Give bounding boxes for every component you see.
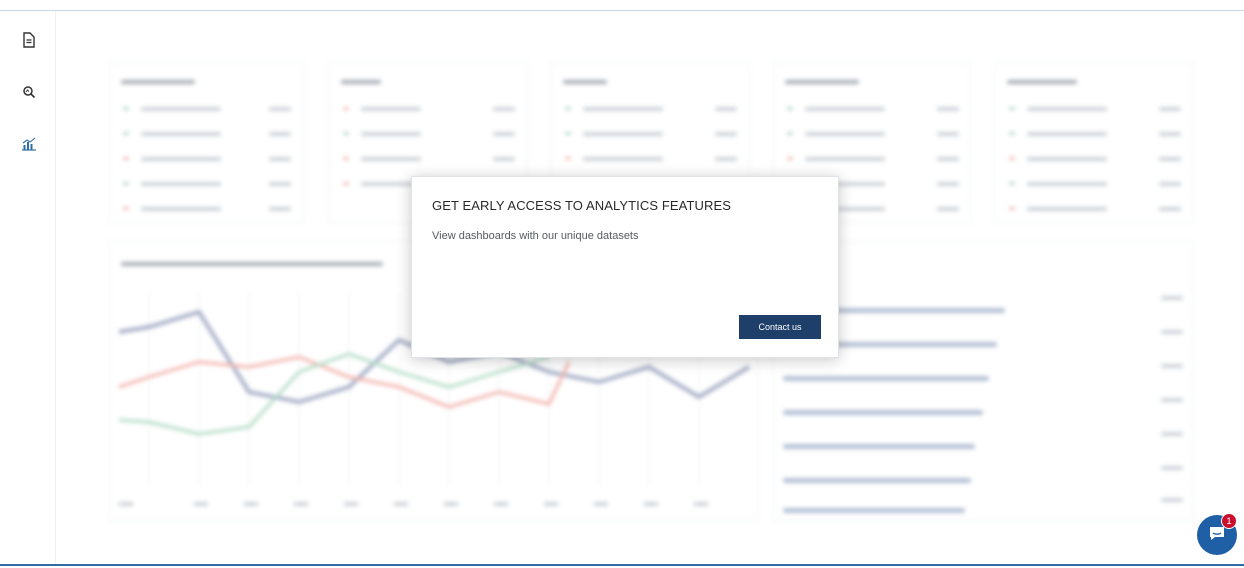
sidebar-item-analytics[interactable] — [16, 133, 42, 159]
sidebar — [0, 11, 56, 564]
early-access-modal: GET EARLY ACCESS TO ANALYTICS FEATURES V… — [411, 176, 839, 358]
search-analytics-icon — [22, 85, 36, 104]
contact-us-button[interactable]: Contact us — [739, 315, 821, 339]
summary-card — [994, 61, 1194, 223]
sidebar-item-search[interactable] — [16, 81, 42, 107]
notification-badge: 1 — [1221, 513, 1237, 529]
sidebar-item-documents[interactable] — [16, 29, 42, 55]
document-icon — [22, 31, 36, 53]
summary-card — [108, 61, 304, 223]
bottom-divider — [0, 564, 1244, 566]
modal-title: GET EARLY ACCESS TO ANALYTICS FEATURES — [432, 198, 732, 213]
modal-subtitle: View dashboards with our unique datasets — [432, 230, 639, 242]
chart-icon — [21, 137, 37, 156]
